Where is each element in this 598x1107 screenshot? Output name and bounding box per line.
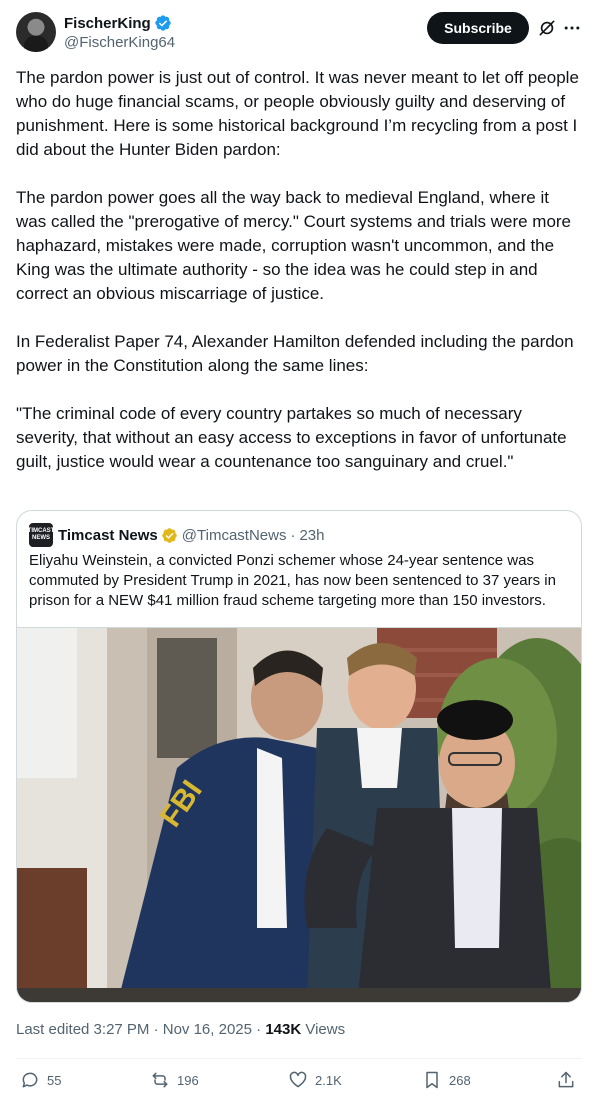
views-count: 143K xyxy=(265,1021,302,1038)
subscribe-button[interactable]: Subscribe xyxy=(427,12,529,44)
verified-badge-icon xyxy=(155,15,171,31)
quoted-tweet-photo[interactable]: FBI xyxy=(17,627,581,1002)
author-name-row: FischerKing xyxy=(64,14,172,32)
like-count: 2.1K xyxy=(315,1072,342,1088)
repost-count: 196 xyxy=(177,1072,199,1088)
quoted-author-name[interactable]: Timcast News xyxy=(58,527,158,544)
reply-count: 55 xyxy=(47,1072,62,1088)
tweet-paragraph: In Federalist Paper 74, Alexander Hamilt… xyxy=(16,332,574,375)
tweet-paragraph: The pardon power goes all the way back t… xyxy=(16,188,572,303)
quoted-tweet-header: TIMCAST NEWS Timcast News @TimcastNews ·… xyxy=(28,523,325,547)
bookmark-button[interactable]: 268 xyxy=(422,1070,471,1090)
tweet-header: FischerKing @FischerKing64 Subscribe xyxy=(16,12,582,54)
tweet-paragraph: The pardon power is just out of control.… xyxy=(16,68,579,159)
author-handle[interactable]: @FischerKing64 xyxy=(64,34,175,51)
quoted-author-avatar[interactable]: TIMCAST NEWS xyxy=(28,523,54,547)
views-label: Views xyxy=(301,1021,346,1038)
quoted-timestamp[interactable]: 23h xyxy=(299,527,324,544)
author-avatar[interactable] xyxy=(16,12,56,52)
tweet-text: The pardon power is just out of control.… xyxy=(16,66,582,474)
quoted-separator: · xyxy=(290,526,296,544)
tweet-paragraph: "The criminal code of every country part… xyxy=(16,404,567,471)
author-display-name[interactable]: FischerKing xyxy=(64,15,151,32)
heart-icon xyxy=(289,1071,307,1088)
share-icon xyxy=(558,1071,574,1088)
gold-verified-badge-icon xyxy=(162,527,177,543)
tweet-metadata: Last edited 3:27 PM · Nov 16, 2025 · 143… xyxy=(16,1021,345,1038)
share-button[interactable] xyxy=(556,1070,576,1090)
bookmark-icon xyxy=(426,1071,438,1089)
more-options-icon[interactable] xyxy=(562,18,582,38)
reply-icon xyxy=(22,1072,38,1088)
arrest-photo-illustration: FBI xyxy=(17,628,581,1002)
reply-button[interactable]: 55 xyxy=(20,1070,61,1090)
grok-icon[interactable] xyxy=(537,18,557,38)
repost-icon xyxy=(152,1072,168,1088)
quoted-tweet-card[interactable]: TIMCAST NEWS Timcast News @TimcastNews ·… xyxy=(16,510,582,1003)
repost-button[interactable]: 196 xyxy=(150,1070,199,1090)
tweet-actions: 55 196 2.1K 268 xyxy=(16,1066,582,1100)
quoted-author-handle: @TimcastNews xyxy=(181,526,287,544)
divider xyxy=(16,1058,582,1059)
bookmark-count: 268 xyxy=(449,1072,471,1088)
edited-timestamp[interactable]: Last edited 3:27 PM · Nov 16, 2025 · xyxy=(16,1021,265,1038)
quoted-tweet-text: Eliyahu Weinstein, a convicted Ponzi sch… xyxy=(29,552,556,609)
like-button[interactable]: 2.1K xyxy=(288,1070,342,1090)
